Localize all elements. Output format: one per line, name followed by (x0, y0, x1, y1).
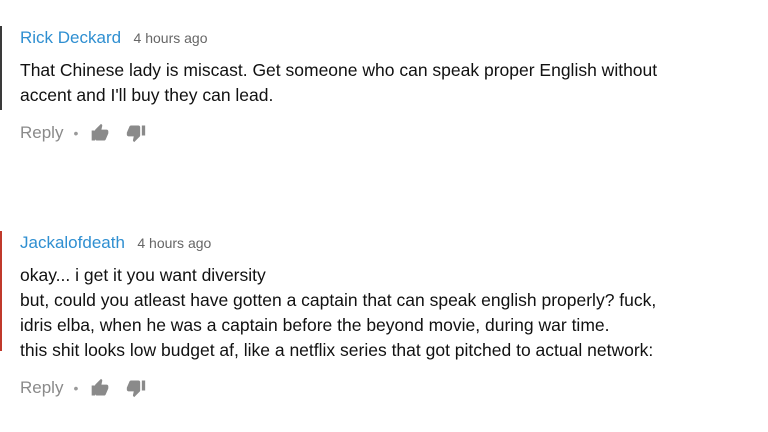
reply-button[interactable]: Reply (20, 378, 63, 398)
like-button[interactable] (86, 377, 114, 399)
comment-line: That Chinese lady is miscast. Get someon… (20, 60, 658, 80)
comment-body: okay... i get it you want diversity but,… (20, 263, 768, 363)
comment-author[interactable]: Rick Deckard (20, 28, 121, 47)
dislike-button[interactable] (122, 122, 150, 144)
comment-actions: Reply • (20, 377, 150, 399)
comment-accent-bar (0, 26, 2, 110)
dislike-button[interactable] (122, 377, 150, 399)
comment-body: That Chinese lady is miscast. Get someon… (20, 58, 768, 108)
comment-line: but, could you atleast have gotten a cap… (20, 290, 657, 310)
like-button[interactable] (86, 122, 114, 144)
thumbs-up-icon (92, 378, 109, 396)
comment-header: Rick Deckard 4 hours ago (20, 28, 208, 48)
separator-dot: • (73, 125, 79, 141)
comment-header: Jackalofdeath 4 hours ago (20, 233, 211, 253)
comment-line: this shit looks low budget af, like a ne… (20, 340, 654, 360)
thumbs-up-icon (92, 123, 109, 141)
thumbs-down-icon (127, 125, 146, 143)
comment-timestamp[interactable]: 4 hours ago (134, 30, 208, 46)
comment-line: idris elba, when he was a captain before… (20, 315, 610, 335)
comment-timestamp[interactable]: 4 hours ago (137, 235, 211, 251)
comment-line: okay... i get it you want diversity (20, 265, 266, 285)
reply-button[interactable]: Reply (20, 123, 63, 143)
separator-dot: • (73, 380, 79, 396)
comment-accent-bar (0, 231, 2, 351)
thumbs-down-icon (127, 380, 146, 398)
comment-author[interactable]: Jackalofdeath (20, 233, 125, 252)
comment-actions: Reply • (20, 122, 150, 144)
comment-line: accent and I'll buy they can lead. (20, 85, 274, 105)
